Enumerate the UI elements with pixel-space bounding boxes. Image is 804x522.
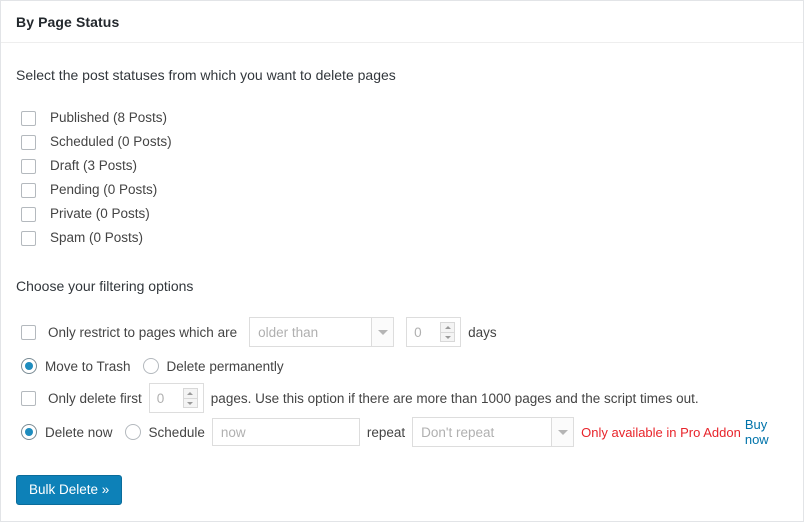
status-label[interactable]: Published (8 Posts) [50, 109, 167, 127]
list-item[interactable]: Pending (0 Posts) [16, 178, 788, 202]
status-checkbox-scheduled[interactable] [21, 135, 36, 150]
delete-permanently-label[interactable]: Delete permanently [167, 359, 284, 374]
days-value: 0 [407, 318, 439, 346]
pro-addon-note: Only available in Pro Addon [581, 425, 741, 440]
days-number-input[interactable]: 0 [406, 317, 461, 347]
days-stepper[interactable] [439, 318, 456, 346]
status-instruction: Select the post statuses from which you … [16, 65, 788, 85]
bulk-delete-button[interactable]: Bulk Delete » [16, 475, 122, 505]
radio-schedule[interactable] [125, 424, 141, 440]
stepper-down-icon[interactable] [183, 398, 198, 408]
status-checkbox-draft[interactable] [21, 159, 36, 174]
days-suffix-label: days [468, 325, 497, 340]
repeat-value: Don't repeat [413, 418, 551, 446]
limit-number-input[interactable]: 0 [149, 383, 204, 413]
status-checkbox-spam[interactable] [21, 231, 36, 246]
age-operator-select[interactable]: older than [249, 317, 394, 347]
status-label[interactable]: Spam (0 Posts) [50, 229, 143, 247]
list-item[interactable]: Draft (3 Posts) [16, 154, 788, 178]
stepper-up-icon[interactable] [183, 388, 198, 398]
status-label[interactable]: Scheduled (0 Posts) [50, 133, 172, 151]
limit-value: 0 [150, 384, 182, 412]
list-item[interactable]: Published (8 Posts) [16, 106, 788, 130]
submit-area: Bulk Delete » [16, 475, 788, 505]
stepper-down-icon[interactable] [440, 332, 455, 342]
by-page-status-panel: By Page Status Select the post statuses … [0, 0, 804, 522]
chevron-down-icon[interactable] [551, 418, 573, 446]
age-operator-value: older than [250, 318, 371, 346]
list-item[interactable]: Spam (0 Posts) [16, 226, 788, 250]
status-label[interactable]: Draft (3 Posts) [50, 157, 137, 175]
status-checkbox-private[interactable] [21, 207, 36, 222]
limit-stepper[interactable] [182, 384, 199, 412]
restrict-age-label: Only restrict to pages which are [48, 325, 237, 340]
restrict-age-row: Only restrict to pages which are older t… [16, 315, 788, 349]
buy-now-link[interactable]: Buy now [745, 417, 788, 447]
stepper-up-icon[interactable] [440, 322, 455, 332]
limit-checkbox[interactable] [21, 391, 36, 406]
panel-header: By Page Status [1, 1, 803, 43]
repeat-select[interactable]: Don't repeat [412, 417, 574, 447]
radio-move-to-trash[interactable] [21, 358, 37, 374]
repeat-label: repeat [367, 425, 405, 440]
panel-body: Select the post statuses from which you … [1, 43, 803, 505]
move-to-trash-label[interactable]: Move to Trash [45, 359, 131, 374]
post-status-list: Published (8 Posts) Scheduled (0 Posts) … [16, 106, 788, 250]
restrict-age-checkbox[interactable] [21, 325, 36, 340]
filter-options-heading: Choose your filtering options [16, 276, 788, 296]
radio-delete-permanently[interactable] [143, 358, 159, 374]
schedule-datetime-input[interactable]: now [212, 418, 360, 446]
timing-row: Delete now Schedule now repeat Don't rep… [16, 417, 788, 447]
page-title: By Page Status [16, 14, 119, 30]
status-checkbox-pending[interactable] [21, 183, 36, 198]
limit-row: Only delete first 0 pages. Use this opti… [16, 383, 788, 413]
radio-delete-now[interactable] [21, 424, 37, 440]
status-checkbox-published[interactable] [21, 111, 36, 126]
filter-options-section: Choose your filtering options Only restr… [16, 276, 788, 447]
limit-label-before: Only delete first [48, 391, 142, 406]
status-label[interactable]: Pending (0 Posts) [50, 181, 157, 199]
limit-label-after: pages. Use this option if there are more… [211, 391, 699, 406]
list-item[interactable]: Private (0 Posts) [16, 202, 788, 226]
chevron-down-icon[interactable] [371, 318, 393, 346]
list-item[interactable]: Scheduled (0 Posts) [16, 130, 788, 154]
delete-now-label[interactable]: Delete now [45, 425, 113, 440]
status-label[interactable]: Private (0 Posts) [50, 205, 150, 223]
delete-mode-row: Move to Trash Delete permanently [16, 353, 788, 379]
schedule-label[interactable]: Schedule [149, 425, 205, 440]
